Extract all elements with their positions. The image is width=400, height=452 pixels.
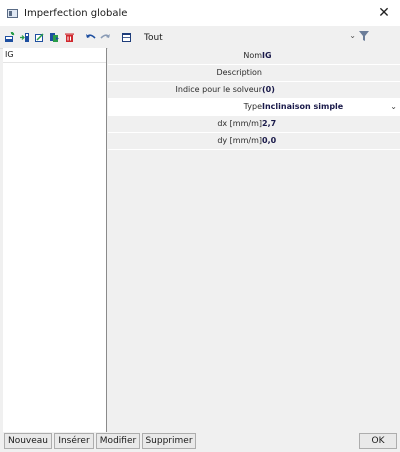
undo-icon[interactable] bbox=[85, 32, 96, 43]
chevron-down-icon[interactable]: ⌄ bbox=[349, 31, 356, 40]
window-title: Imperfection globale bbox=[24, 7, 128, 19]
property-label: dx [mm/m] bbox=[217, 119, 262, 128]
title-bar: Imperfection globale ✕ bbox=[0, 0, 400, 26]
property-value[interactable]: IG bbox=[262, 48, 272, 64]
item-list: IG bbox=[3, 48, 107, 432]
property-label: Type bbox=[243, 102, 262, 111]
window-icon bbox=[7, 8, 18, 18]
type-dropdown[interactable]: Inclinaison simple bbox=[262, 99, 343, 115]
funnel-icon[interactable] bbox=[358, 30, 370, 42]
delete-button[interactable]: Supprimer bbox=[142, 433, 196, 449]
table-icon[interactable] bbox=[121, 32, 132, 43]
property-row-type[interactable]: Type Inclinaison simple ⌄ bbox=[108, 99, 400, 116]
property-value[interactable]: (0) bbox=[262, 82, 275, 98]
property-value[interactable]: 0,0 bbox=[262, 133, 276, 149]
close-button[interactable]: ✕ bbox=[374, 3, 394, 23]
modify-button[interactable]: Modifier bbox=[96, 433, 140, 449]
property-label: Nom bbox=[243, 51, 262, 60]
button-bar: Nouveau Insérer Modifier Supprimer OK bbox=[0, 432, 400, 452]
redo-icon[interactable] bbox=[100, 32, 111, 43]
properties-grid: Nom IG Description Indice pour le solveu… bbox=[108, 48, 400, 432]
insert-icon[interactable] bbox=[19, 32, 30, 43]
dialog-window: Imperfection globale ✕ Tout ⌄ IG Nom IG … bbox=[0, 0, 400, 452]
property-row-nom[interactable]: Nom IG bbox=[108, 48, 400, 65]
delete-icon[interactable] bbox=[64, 32, 75, 43]
property-value[interactable]: 2,7 bbox=[262, 116, 276, 132]
list-item[interactable]: IG bbox=[3, 48, 106, 63]
copy-icon[interactable] bbox=[49, 32, 60, 43]
property-label: Indice pour le solveur bbox=[175, 85, 262, 94]
ok-button[interactable]: OK bbox=[359, 433, 397, 449]
property-row-dy[interactable]: dy [mm/m] 0,0 bbox=[108, 133, 400, 150]
property-label: dy [mm/m] bbox=[217, 136, 262, 145]
insert-button[interactable]: Insérer bbox=[54, 433, 94, 449]
property-row-description[interactable]: Description bbox=[108, 65, 400, 82]
edit-icon[interactable] bbox=[34, 32, 45, 43]
new-button[interactable]: Nouveau bbox=[4, 433, 52, 449]
property-row-dx[interactable]: dx [mm/m] 2,7 bbox=[108, 116, 400, 133]
new-icon[interactable] bbox=[4, 32, 15, 43]
chevron-down-icon[interactable]: ⌄ bbox=[390, 99, 397, 115]
property-label: Description bbox=[216, 68, 262, 77]
property-row-solver-index[interactable]: Indice pour le solveur (0) bbox=[108, 82, 400, 99]
toolbar: Tout ⌄ bbox=[0, 27, 400, 49]
filter-label[interactable]: Tout bbox=[144, 33, 163, 43]
